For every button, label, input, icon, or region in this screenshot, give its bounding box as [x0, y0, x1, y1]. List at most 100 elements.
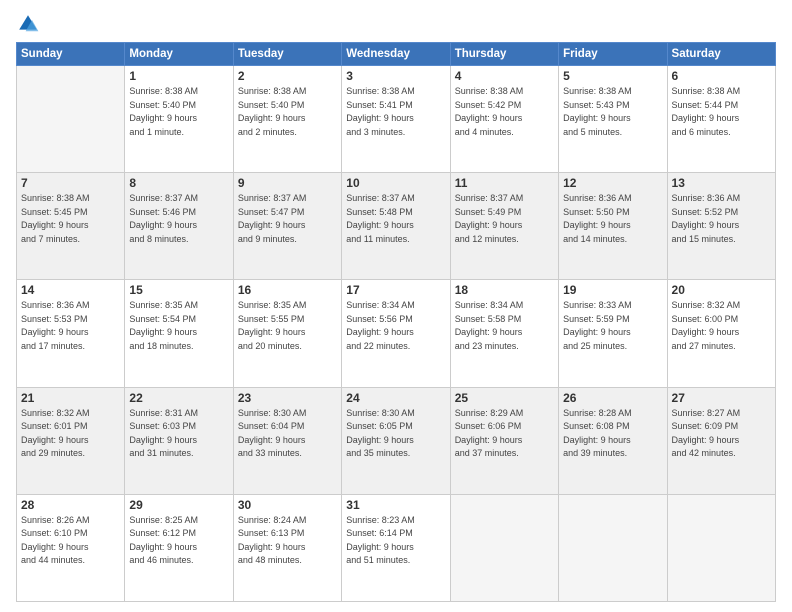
- calendar-cell: 10 Sunrise: 8:37 AMSunset: 5:48 PMDayligh…: [342, 173, 450, 280]
- calendar-header-wednesday: Wednesday: [342, 43, 450, 66]
- logo-icon: [16, 12, 40, 36]
- day-info: Sunrise: 8:25 AMSunset: 6:12 PMDaylight:…: [129, 514, 228, 568]
- day-number: 20: [672, 283, 771, 297]
- calendar-week-row: 7 Sunrise: 8:38 AMSunset: 5:45 PMDaylight…: [17, 173, 776, 280]
- day-info: Sunrise: 8:32 AMSunset: 6:01 PMDaylight:…: [21, 407, 120, 461]
- day-number: 25: [455, 391, 554, 405]
- calendar-cell: 15 Sunrise: 8:35 AMSunset: 5:54 PMDayligh…: [125, 280, 233, 387]
- calendar-cell: 4 Sunrise: 8:38 AMSunset: 5:42 PMDaylight…: [450, 66, 558, 173]
- page: SundayMondayTuesdayWednesdayThursdayFrid…: [0, 0, 792, 612]
- calendar-cell: 11 Sunrise: 8:37 AMSunset: 5:49 PMDayligh…: [450, 173, 558, 280]
- calendar-cell: 12 Sunrise: 8:36 AMSunset: 5:50 PMDayligh…: [559, 173, 667, 280]
- day-info: Sunrise: 8:30 AMSunset: 6:05 PMDaylight:…: [346, 407, 445, 461]
- calendar-cell: 24 Sunrise: 8:30 AMSunset: 6:05 PMDayligh…: [342, 387, 450, 494]
- calendar-cell: 26 Sunrise: 8:28 AMSunset: 6:08 PMDayligh…: [559, 387, 667, 494]
- day-info: Sunrise: 8:29 AMSunset: 6:06 PMDaylight:…: [455, 407, 554, 461]
- day-number: 18: [455, 283, 554, 297]
- day-number: 24: [346, 391, 445, 405]
- day-number: 26: [563, 391, 662, 405]
- calendar-cell: 18 Sunrise: 8:34 AMSunset: 5:58 PMDayligh…: [450, 280, 558, 387]
- day-number: 2: [238, 69, 337, 83]
- day-info: Sunrise: 8:23 AMSunset: 6:14 PMDaylight:…: [346, 514, 445, 568]
- calendar-header-thursday: Thursday: [450, 43, 558, 66]
- day-number: 23: [238, 391, 337, 405]
- day-number: 4: [455, 69, 554, 83]
- day-number: 30: [238, 498, 337, 512]
- calendar-header-sunday: Sunday: [17, 43, 125, 66]
- calendar-cell: 3 Sunrise: 8:38 AMSunset: 5:41 PMDaylight…: [342, 66, 450, 173]
- day-number: 14: [21, 283, 120, 297]
- day-info: Sunrise: 8:27 AMSunset: 6:09 PMDaylight:…: [672, 407, 771, 461]
- day-info: Sunrise: 8:30 AMSunset: 6:04 PMDaylight:…: [238, 407, 337, 461]
- calendar-header-monday: Monday: [125, 43, 233, 66]
- calendar-cell: 13 Sunrise: 8:36 AMSunset: 5:52 PMDayligh…: [667, 173, 775, 280]
- day-number: 10: [346, 176, 445, 190]
- calendar-cell: 25 Sunrise: 8:29 AMSunset: 6:06 PMDayligh…: [450, 387, 558, 494]
- day-info: Sunrise: 8:36 AMSunset: 5:53 PMDaylight:…: [21, 299, 120, 353]
- calendar-cell: 17Sunrise: 8:34 AMSunset: 5:56 PMDayligh…: [342, 280, 450, 387]
- day-number: 11: [455, 176, 554, 190]
- calendar-week-row: 1 Sunrise: 8:38 AMSunset: 5:40 PMDaylight…: [17, 66, 776, 173]
- day-info: Sunrise: 8:38 AMSunset: 5:45 PMDaylight:…: [21, 192, 120, 246]
- calendar-header-saturday: Saturday: [667, 43, 775, 66]
- day-info: Sunrise: 8:37 AMSunset: 5:48 PMDaylight:…: [346, 192, 445, 246]
- calendar-cell: 6Sunrise: 8:38 AMSunset: 5:44 PMDaylight…: [667, 66, 775, 173]
- day-number: 19: [563, 283, 662, 297]
- day-info: Sunrise: 8:36 AMSunset: 5:50 PMDaylight:…: [563, 192, 662, 246]
- day-info: Sunrise: 8:37 AMSunset: 5:49 PMDaylight:…: [455, 192, 554, 246]
- day-info: Sunrise: 8:36 AMSunset: 5:52 PMDaylight:…: [672, 192, 771, 246]
- calendar-cell: 14 Sunrise: 8:36 AMSunset: 5:53 PMDayligh…: [17, 280, 125, 387]
- day-info: Sunrise: 8:38 AMSunset: 5:41 PMDaylight:…: [346, 85, 445, 139]
- calendar-cell: 1 Sunrise: 8:38 AMSunset: 5:40 PMDaylight…: [125, 66, 233, 173]
- day-number: 27: [672, 391, 771, 405]
- day-info: Sunrise: 8:38 AMSunset: 5:43 PMDaylight:…: [563, 85, 662, 139]
- calendar-cell: [17, 66, 125, 173]
- day-number: 21: [21, 391, 120, 405]
- day-number: 12: [563, 176, 662, 190]
- calendar-header-friday: Friday: [559, 43, 667, 66]
- calendar-cell: 9 Sunrise: 8:37 AMSunset: 5:47 PMDaylight…: [233, 173, 341, 280]
- day-info: Sunrise: 8:34 AMSunset: 5:56 PMDaylight:…: [346, 299, 445, 353]
- day-info: Sunrise: 8:31 AMSunset: 6:03 PMDaylight:…: [129, 407, 228, 461]
- day-number: 16: [238, 283, 337, 297]
- calendar-cell: 21 Sunrise: 8:32 AMSunset: 6:01 PMDayligh…: [17, 387, 125, 494]
- calendar-cell: 22Sunrise: 8:31 AMSunset: 6:03 PMDayligh…: [125, 387, 233, 494]
- calendar-cell: 19Sunrise: 8:33 AMSunset: 5:59 PMDayligh…: [559, 280, 667, 387]
- day-number: 3: [346, 69, 445, 83]
- day-info: Sunrise: 8:32 AMSunset: 6:00 PMDaylight:…: [672, 299, 771, 353]
- calendar-cell: 30Sunrise: 8:24 AMSunset: 6:13 PMDayligh…: [233, 494, 341, 601]
- calendar-cell: 5 Sunrise: 8:38 AMSunset: 5:43 PMDaylight…: [559, 66, 667, 173]
- calendar-header-tuesday: Tuesday: [233, 43, 341, 66]
- day-info: Sunrise: 8:38 AMSunset: 5:44 PMDaylight:…: [672, 85, 771, 139]
- calendar-header-row: SundayMondayTuesdayWednesdayThursdayFrid…: [17, 43, 776, 66]
- day-info: Sunrise: 8:37 AMSunset: 5:47 PMDaylight:…: [238, 192, 337, 246]
- calendar-cell: [667, 494, 775, 601]
- day-number: 5: [563, 69, 662, 83]
- day-info: Sunrise: 8:38 AMSunset: 5:42 PMDaylight:…: [455, 85, 554, 139]
- day-info: Sunrise: 8:34 AMSunset: 5:58 PMDaylight:…: [455, 299, 554, 353]
- day-info: Sunrise: 8:38 AMSunset: 5:40 PMDaylight:…: [238, 85, 337, 139]
- day-number: 7: [21, 176, 120, 190]
- day-info: Sunrise: 8:35 AMSunset: 5:55 PMDaylight:…: [238, 299, 337, 353]
- day-number: 13: [672, 176, 771, 190]
- day-info: Sunrise: 8:37 AMSunset: 5:46 PMDaylight:…: [129, 192, 228, 246]
- day-number: 15: [129, 283, 228, 297]
- calendar-cell: 23 Sunrise: 8:30 AMSunset: 6:04 PMDayligh…: [233, 387, 341, 494]
- day-number: 28: [21, 498, 120, 512]
- calendar-cell: [559, 494, 667, 601]
- calendar-week-row: 21 Sunrise: 8:32 AMSunset: 6:01 PMDayligh…: [17, 387, 776, 494]
- day-number: 8: [129, 176, 228, 190]
- day-info: Sunrise: 8:28 AMSunset: 6:08 PMDaylight:…: [563, 407, 662, 461]
- day-number: 29: [129, 498, 228, 512]
- day-info: Sunrise: 8:26 AMSunset: 6:10 PMDaylight:…: [21, 514, 120, 568]
- day-info: Sunrise: 8:35 AMSunset: 5:54 PMDaylight:…: [129, 299, 228, 353]
- day-number: 9: [238, 176, 337, 190]
- calendar-cell: 7 Sunrise: 8:38 AMSunset: 5:45 PMDaylight…: [17, 173, 125, 280]
- calendar-week-row: 28 Sunrise: 8:26 AMSunset: 6:10 PMDayligh…: [17, 494, 776, 601]
- day-info: Sunrise: 8:38 AMSunset: 5:40 PMDaylight:…: [129, 85, 228, 139]
- calendar-cell: 8 Sunrise: 8:37 AMSunset: 5:46 PMDaylight…: [125, 173, 233, 280]
- calendar-cell: 31Sunrise: 8:23 AMSunset: 6:14 PMDayligh…: [342, 494, 450, 601]
- day-number: 1: [129, 69, 228, 83]
- calendar-cell: 2 Sunrise: 8:38 AMSunset: 5:40 PMDaylight…: [233, 66, 341, 173]
- calendar-cell: 28 Sunrise: 8:26 AMSunset: 6:10 PMDayligh…: [17, 494, 125, 601]
